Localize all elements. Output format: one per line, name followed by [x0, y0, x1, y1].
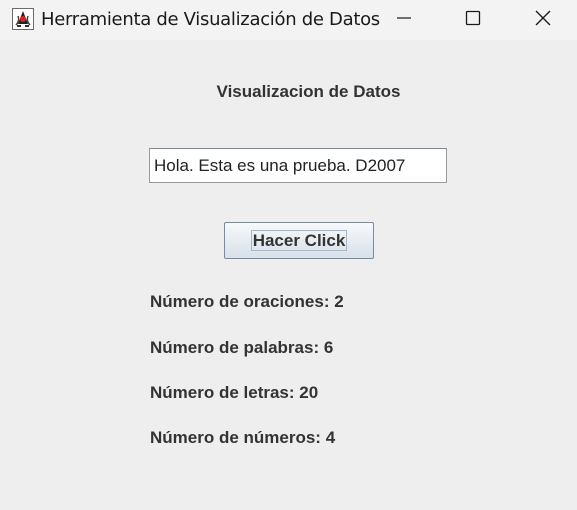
maximize-icon [465, 10, 481, 31]
maximize-button[interactable] [450, 0, 496, 40]
page-title: Visualizacion de Datos [216, 82, 401, 101]
window-title: Herramienta de Visualización de Datos [41, 9, 380, 30]
app-window: Herramienta de Visualización de Datos Vi… [0, 0, 577, 510]
java-duke-icon [12, 8, 34, 30]
text-input[interactable] [149, 148, 447, 183]
hacer-click-button[interactable]: Hacer Click [224, 222, 374, 259]
close-button[interactable] [520, 0, 566, 40]
minimize-button[interactable] [381, 0, 427, 40]
word-count-label: Número de palabras: 6 [150, 338, 334, 357]
letter-count-label: Número de letras: 20 [150, 383, 319, 402]
minimize-icon [396, 10, 412, 31]
sentence-count-label: Número de oraciones: 2 [150, 292, 344, 311]
number-count-label: Número de números: 4 [150, 428, 336, 447]
title-bar[interactable]: Herramienta de Visualización de Datos [0, 0, 577, 40]
hacer-click-button-label: Hacer Click [250, 230, 348, 251]
close-icon [535, 10, 551, 31]
